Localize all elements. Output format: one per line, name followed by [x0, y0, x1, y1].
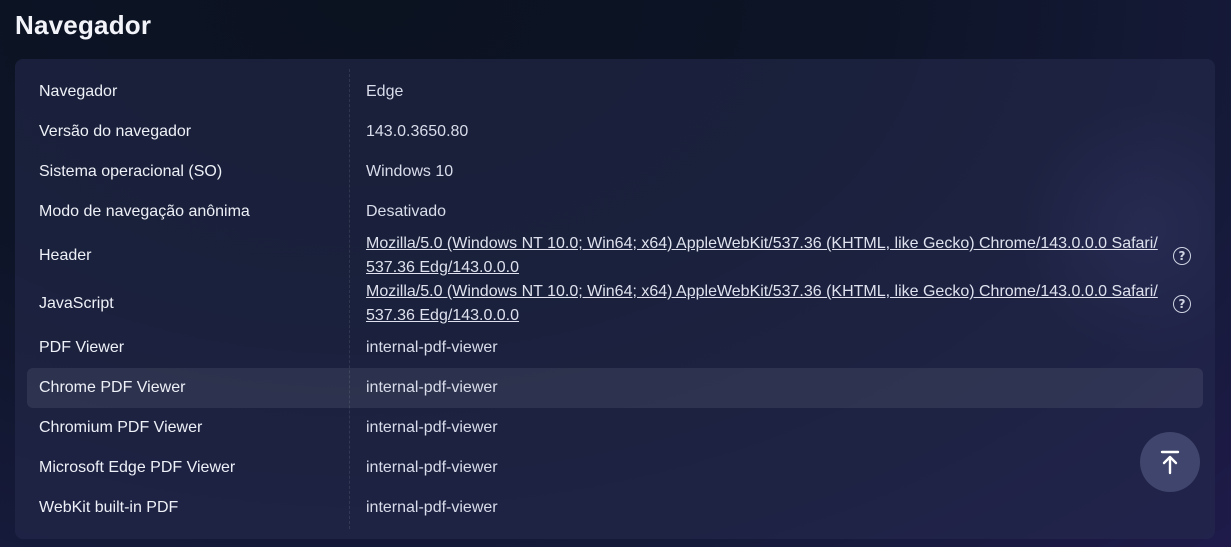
row-value: Desativado [366, 203, 447, 220]
row-label: Header [39, 247, 92, 264]
help-circle-icon[interactable]: ? [1173, 247, 1191, 265]
scroll-to-top-button[interactable] [1140, 432, 1200, 492]
browser-info-panel: Navegador Edge Versão do navegador 143.0… [15, 59, 1215, 539]
row-label: Microsoft Edge PDF Viewer [39, 459, 236, 476]
row-label: Sistema operacional (SO) [39, 163, 223, 180]
table-row-chrome-pdf-viewer: Chrome PDF Viewer internal-pdf-viewer [27, 368, 1203, 408]
row-label: WebKit built-in PDF [39, 499, 179, 516]
arrow-up-to-top-icon [1160, 450, 1180, 475]
row-value: internal-pdf-viewer [366, 419, 498, 436]
row-label: JavaScript [39, 295, 114, 312]
table-row-webkit-pdf: WebKit built-in PDF internal-pdf-viewer [27, 488, 1203, 528]
row-value: internal-pdf-viewer [366, 499, 498, 516]
table-row-browser: Navegador Edge [27, 72, 1203, 112]
page-title: Navegador [15, 10, 152, 40]
row-value: Edge [366, 83, 404, 100]
row-value: Windows 10 [366, 163, 454, 180]
row-value: internal-pdf-viewer [366, 459, 498, 476]
row-label: Modo de navegação anônima [39, 203, 250, 220]
row-label: Chromium PDF Viewer [39, 419, 203, 436]
row-label: Versão do navegador [39, 123, 192, 140]
javascript-user-agent-link[interactable]: Mozilla/5.0 (Windows NT 10.0; Win64; x64… [354, 280, 1203, 328]
table-row-edge-pdf-viewer: Microsoft Edge PDF Viewer internal-pdf-v… [27, 448, 1203, 488]
table-row-incognito: Modo de navegação anônima Desativado [27, 192, 1203, 232]
row-value: internal-pdf-viewer [366, 339, 498, 356]
row-label: Navegador [39, 83, 118, 100]
table-row-chromium-pdf-viewer: Chromium PDF Viewer internal-pdf-viewer [27, 408, 1203, 448]
row-value: 143.0.3650.80 [366, 123, 469, 140]
table-row-browser-version: Versão do navegador 143.0.3650.80 [27, 112, 1203, 152]
row-value: internal-pdf-viewer [366, 379, 498, 396]
row-label: Chrome PDF Viewer [39, 379, 186, 396]
table-row-javascript: JavaScript Mozilla/5.0 (Windows NT 10.0;… [27, 280, 1203, 328]
table-row-os: Sistema operacional (SO) Windows 10 [27, 152, 1203, 192]
row-label: PDF Viewer [39, 339, 125, 356]
help-circle-icon[interactable]: ? [1173, 295, 1191, 313]
browser-info-table: Navegador Edge Versão do navegador 143.0… [27, 72, 1203, 528]
table-row-header: Header Mozilla/5.0 (Windows NT 10.0; Win… [27, 232, 1203, 280]
table-row-pdf-viewer: PDF Viewer internal-pdf-viewer [27, 328, 1203, 368]
header-user-agent-link[interactable]: Mozilla/5.0 (Windows NT 10.0; Win64; x64… [354, 232, 1203, 280]
